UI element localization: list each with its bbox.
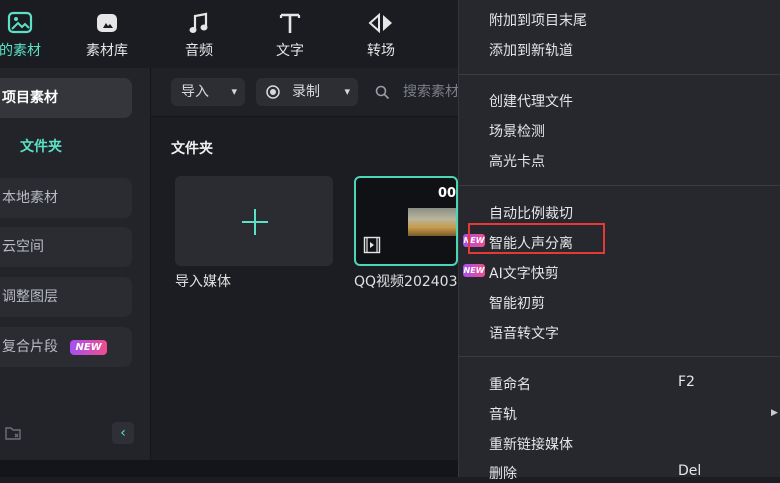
record-dropdown[interactable]: 录制 ▾ [256, 78, 358, 106]
tab-my-media[interactable]: 的素材 [0, 8, 60, 60]
video-file-icon [363, 236, 381, 254]
import-dropdown[interactable]: 导入 ▾ [171, 78, 245, 106]
plus-icon [242, 209, 268, 235]
menu-item-add-to-new-track[interactable]: 添加到新轨道 [489, 40, 573, 60]
sidebar-item-label: 调整图层 [2, 289, 58, 305]
sidebar-item-folder[interactable]: 文件夹 [20, 136, 62, 156]
media-panel: 导入 ▾ 录制 ▾ 搜索素材 文件夹 导入媒体 00: [151, 68, 460, 460]
chevron-down-icon: ▾ [231, 85, 237, 98]
menu-item-speech-to-text[interactable]: 语音转文字 [489, 323, 559, 343]
context-menu: 附加到项目末尾 添加到新轨道 创建代理文件 场景检测 高光卡点 自动比例裁切 N… [458, 0, 780, 482]
menu-item-ai-text-edit[interactable]: AI文字快剪 [489, 263, 559, 283]
tab-transition-label: 转场 [367, 43, 395, 59]
sidebar-item-local-media[interactable]: 本地素材 [0, 178, 132, 218]
clip-duration: 00: [438, 186, 457, 201]
menu-item-scene-detection[interactable]: 场景检测 [489, 121, 545, 141]
tab-library[interactable]: 素材库 [67, 8, 147, 60]
music-note-icon [189, 12, 208, 33]
tab-text-label: 文字 [276, 43, 304, 59]
media-sidebar: 项目素材 文件夹 本地素材 云空间 调整图层 复合片段 NEW ‹ [0, 68, 151, 460]
search-input[interactable]: 搜索素材 [403, 78, 459, 106]
bottom-bar [0, 460, 460, 477]
shortcut-rename: F2 [678, 374, 695, 390]
new-badge: NEW [463, 264, 485, 277]
record-icon [266, 85, 280, 99]
sidebar-item-label: 本地素材 [2, 190, 58, 206]
menu-item-smart-cut[interactable]: 智能初剪 [489, 293, 545, 313]
tab-transition[interactable]: 转场 [341, 8, 421, 60]
menu-item-auto-reframe[interactable]: 自动比例裁切 [489, 203, 573, 223]
submenu-arrow-icon: ▶ [771, 408, 778, 418]
import-dropdown-label: 导入 [181, 84, 209, 100]
clip-label: QQ视频20240318 [354, 274, 460, 290]
tab-audio-label: 音频 [185, 43, 213, 59]
tab-library-label: 素材库 [86, 43, 128, 59]
record-dropdown-label: 录制 [292, 84, 320, 100]
text-icon [279, 13, 301, 33]
menu-divider [459, 356, 780, 357]
chevron-left-icon: ‹ [120, 425, 126, 441]
media-icon [7, 11, 33, 34]
sidebar-item-label: 项目素材 [2, 90, 58, 106]
menu-item-delete[interactable]: 删除 [489, 463, 517, 483]
top-toolbar: 的素材 素材库 音频 文字 转场 [0, 0, 460, 68]
media-toolbar: 导入 ▾ 录制 ▾ 搜索素材 [151, 68, 460, 117]
sidebar-item-label: 云空间 [2, 239, 44, 255]
menu-item-rename[interactable]: 重命名 [489, 374, 531, 394]
menu-divider [459, 74, 780, 75]
import-media-card[interactable] [175, 176, 333, 266]
sidebar-item-cloud[interactable]: 云空间 [0, 227, 132, 267]
transition-icon [368, 12, 392, 34]
import-media-label: 导入媒体 [175, 274, 231, 290]
menu-item-audio-track[interactable]: 音轨 [489, 404, 517, 424]
folder-remove-icon[interactable] [4, 424, 22, 442]
new-badge: NEW [70, 339, 107, 355]
tab-my-media-label: 的素材 [0, 43, 41, 59]
collapse-sidebar-button[interactable]: ‹ [112, 422, 134, 444]
menu-item-relink-media[interactable]: 重新链接媒体 [489, 434, 573, 454]
section-title: 文件夹 [171, 141, 213, 157]
sidebar-item-compound-clip[interactable]: 复合片段 NEW [0, 327, 132, 367]
chevron-down-icon: ▾ [344, 85, 350, 98]
video-clip-card[interactable]: 00: [354, 176, 458, 266]
menu-divider [459, 185, 780, 186]
tab-text[interactable]: 文字 [250, 8, 330, 60]
highlight-box [468, 223, 605, 254]
menu-item-highlight-beats[interactable]: 高光卡点 [489, 151, 545, 171]
sidebar-item-label: 复合片段 [2, 339, 58, 355]
tab-audio[interactable]: 音频 [159, 8, 239, 60]
search-icon [375, 85, 390, 100]
sidebar-item-adjustment-layer[interactable]: 调整图层 [0, 277, 132, 317]
menu-item-append-to-end[interactable]: 附加到项目末尾 [489, 10, 587, 30]
library-icon [97, 14, 117, 32]
clip-thumbnail [408, 208, 456, 236]
sidebar-item-project-media[interactable]: 项目素材 [0, 78, 132, 118]
menu-item-create-proxy[interactable]: 创建代理文件 [489, 91, 573, 111]
